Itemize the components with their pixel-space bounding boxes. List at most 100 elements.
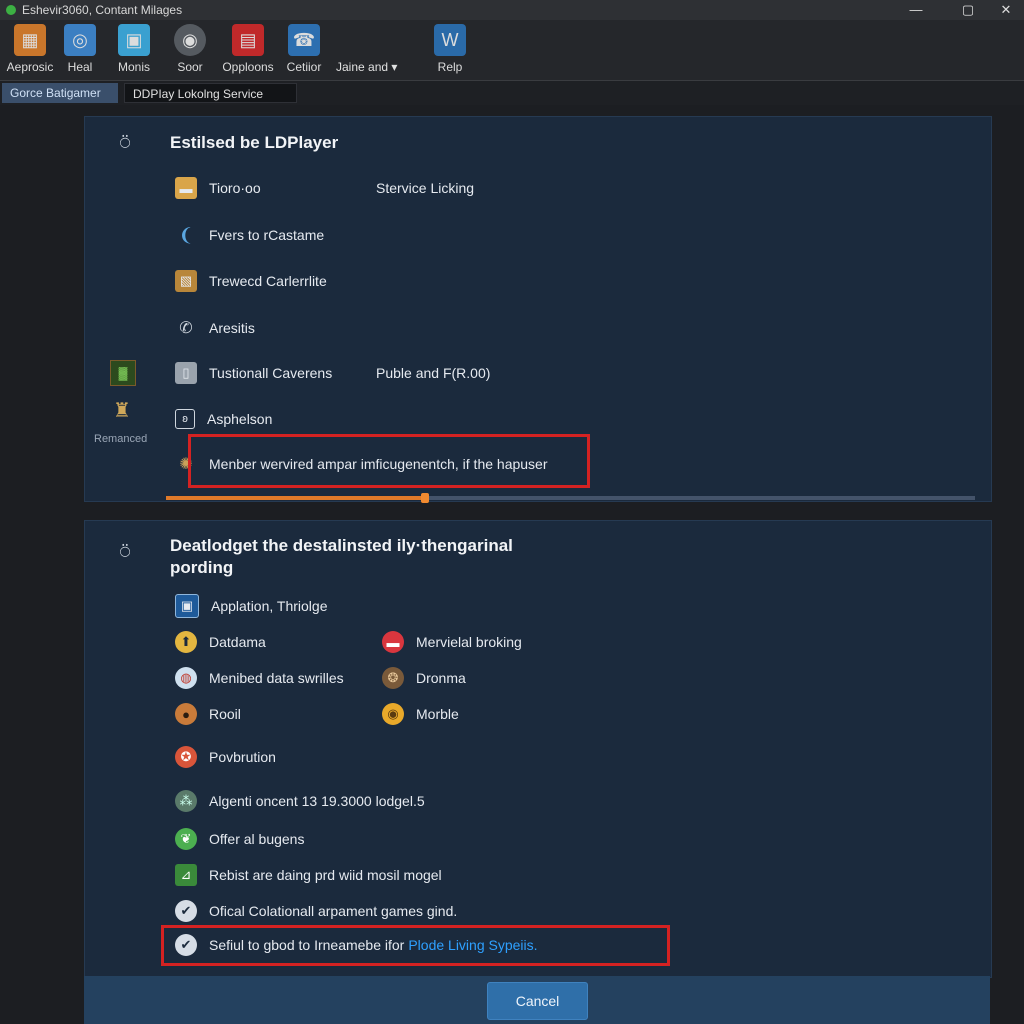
minimize-button[interactable]: —	[896, 0, 936, 20]
list-item-label: Menibed data swrilles	[209, 670, 344, 686]
apps-icon: ▦	[14, 24, 46, 56]
list-item[interactable]: ✆ Aresitis	[175, 317, 255, 339]
list-item-label: Offer al bugens	[209, 831, 305, 847]
help-icon: W	[434, 24, 466, 56]
list-item-value: Puble and F(R.00)	[376, 365, 491, 381]
panel-title: Deatlodget the destalinsted ily·thengari…	[170, 536, 513, 555]
list-item[interactable]: ❂ Dronma	[382, 667, 466, 689]
highlight-box	[161, 925, 670, 966]
coin-icon: ◉	[382, 703, 404, 725]
progress-bar	[166, 493, 975, 503]
list-item[interactable]: ⬆ Datdama	[175, 631, 266, 653]
list-item-label: Mervielal broking	[416, 634, 522, 650]
list-item[interactable]: ◍ Menibed data swrilles	[175, 667, 344, 689]
list-item[interactable]: ● Rooil	[175, 703, 241, 725]
game-tile-icon[interactable]: ▓	[110, 360, 136, 386]
check-icon: ✔	[175, 900, 197, 922]
location-icon: ⍥	[119, 133, 131, 153]
folder-icon: ▬	[175, 177, 197, 199]
list-item-label: Tioro·oo	[209, 180, 261, 196]
list-item[interactable]: ⊿ Rebist are daing prd wiid mosil mogel	[175, 864, 442, 886]
list-item-label: Aresitis	[209, 320, 255, 336]
toolbar: ▦ Aeprosic ◎ Heal ▣ Monis ◉ Soor ▤ Opplo…	[0, 20, 1024, 81]
list-item-label: Rebist are daing prd wiid mosil mogel	[209, 867, 442, 883]
phone-icon: ☎	[288, 24, 320, 56]
list-item-label: Datdama	[209, 634, 266, 650]
toolbar-monitor-button[interactable]: ▣ Monis	[104, 24, 164, 78]
list-item-label: Fvers to rCastame	[209, 227, 325, 243]
profile-select[interactable]: Jaine and ▾	[336, 60, 397, 74]
monitor-icon: ▣	[118, 24, 150, 56]
toolbar-label: Cetiior	[286, 60, 322, 74]
list-item[interactable]: ❦ Offer al bugens	[175, 828, 304, 850]
list-item[interactable]: ◉ Morble	[382, 703, 459, 725]
clipboard-icon: ▯	[175, 362, 197, 384]
list-item-label: Povbrution	[209, 749, 276, 765]
chart-icon: ⊿	[175, 864, 197, 886]
toolbar-label: Heal	[67, 60, 93, 74]
list-item-value: Stervice Licking	[376, 180, 475, 196]
upload-icon: ⬆	[175, 631, 197, 653]
cancel-button[interactable]: Cancel	[487, 982, 588, 1020]
drop-icon: ●	[175, 703, 197, 725]
network-icon: ⁂	[175, 790, 197, 812]
gallery-icon: ▧	[175, 270, 197, 292]
toolbar-options-button[interactable]: ▤ Opploons	[218, 24, 278, 78]
options-icon: ▤	[232, 24, 264, 56]
toolbar-help-button[interactable]: W Relp	[420, 24, 480, 78]
leaf-icon: ❦	[175, 828, 197, 850]
list-item[interactable]: ▬ Mervielal broking	[382, 631, 522, 653]
tab-gorce[interactable]: Gorce Batigamer	[2, 83, 118, 103]
list-item-label: Asphelson	[207, 411, 273, 427]
list-item[interactable]: ✔ Ofical Colationall arpament games gind…	[175, 900, 457, 922]
highlight-box	[188, 434, 590, 488]
heal-icon: ◎	[64, 24, 96, 56]
list-item[interactable]: ❨ Fvers to rCastame	[175, 224, 324, 246]
list-item[interactable]: ▣ Applation, Thriolge	[175, 594, 328, 618]
list-item[interactable]: ⁂ Algenti oncent 13 19.3000 lodgel.5	[175, 790, 425, 812]
globe-icon: ◍	[175, 667, 197, 689]
list-item[interactable]: ʚ Asphelson	[175, 408, 272, 430]
toolbar-heal-button[interactable]: ◎ Heal	[50, 24, 110, 78]
toolbar-label: Opploons	[222, 60, 274, 74]
title-bar: Eshevir3060, Contant Milages — ▢ ✕	[0, 0, 1024, 20]
window-title: Eshevir3060, Contant Milages	[22, 3, 183, 17]
toolbar-disc-button[interactable]: ◉ Soor	[160, 24, 220, 78]
disc-icon: ◉	[174, 24, 206, 56]
chevron-down-icon: ▾	[391, 60, 398, 74]
list-item-label: Dronma	[416, 670, 466, 686]
toolbar-phone-button[interactable]: ☎ Cetiior	[274, 24, 334, 78]
trophy-icon: ♜	[113, 399, 131, 422]
list-item[interactable]: ▧ Trewecd Carlerrlite	[175, 270, 327, 292]
list-item-label: Rooil	[209, 706, 241, 722]
progress-fill	[166, 496, 425, 500]
block-icon: ▬	[382, 631, 404, 653]
list-item-label: Ofical Colationall arpament games gind.	[209, 903, 458, 919]
toolbar-label: Relp	[437, 60, 463, 74]
phone-icon: ✆	[179, 320, 193, 337]
panel-title-continued: pording	[170, 558, 234, 577]
toolbar-label: Soor	[177, 60, 203, 74]
maximize-button[interactable]: ▢	[948, 0, 988, 20]
list-item-label: Tustionall Caverens	[209, 365, 333, 381]
list-item[interactable]: ▯ Tustionall Caverens	[175, 362, 332, 384]
tab-bar: Gorce Batigamer DDPIay Lokolng Service	[0, 81, 1024, 105]
close-button[interactable]: ✕	[986, 0, 1024, 20]
side-label: Remanced	[94, 433, 148, 445]
badge-icon: ✪	[175, 746, 197, 768]
progress-knob[interactable]	[420, 493, 429, 503]
list-item-label: Morble	[416, 706, 459, 722]
list-item[interactable]: ▬ Tioro·oo	[175, 177, 261, 199]
swirl-icon: ❨	[178, 224, 194, 245]
list-item[interactable]: ✪ Povbrution	[175, 746, 276, 768]
list-item-label: Algenti oncent 13 19.3000 lodgel.5	[209, 793, 425, 809]
location-icon: ⍥	[119, 542, 131, 562]
toolbar-label: Monis	[117, 60, 150, 74]
tab-locking-service[interactable]: DDPIay Lokolng Service	[124, 83, 297, 103]
app-icon: ▣	[175, 594, 199, 618]
bear-icon: ❂	[382, 667, 404, 689]
list-item-label: Applation, Thriolge	[211, 598, 328, 614]
toolbar-label: Aeprosic	[6, 60, 54, 74]
profile-select-value: Jaine and	[336, 60, 389, 74]
list-item-label: Trewecd Carlerrlite	[209, 273, 327, 289]
